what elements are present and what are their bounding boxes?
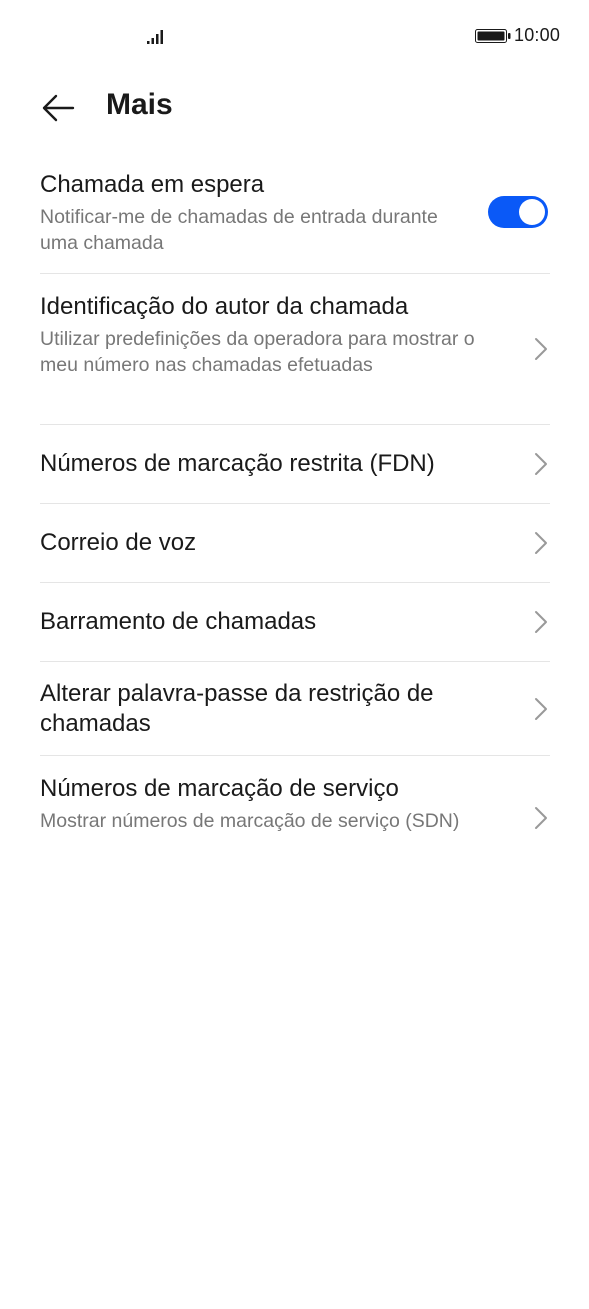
barring-password-item[interactable]: Alterar palavra-passe da restrição de ch…	[40, 662, 550, 756]
call-waiting-text: Chamada em espera Notificar-me de chamad…	[40, 150, 550, 256]
chevron-right-icon	[535, 611, 547, 633]
status-bar: 10:00	[0, 0, 589, 72]
clock: 10:00	[514, 25, 561, 45]
arrow-left-icon	[42, 94, 75, 122]
call-waiting-item[interactable]: Chamada em espera Notificar-me de chamad…	[40, 150, 550, 274]
toggle-knob	[519, 199, 545, 225]
voicemail-title: Correio de voz	[40, 529, 197, 556]
caller-id-title: Identificação do autor da chamada	[40, 293, 409, 320]
fdn-item[interactable]: Números de marcação restrita (FDN)	[40, 425, 550, 504]
call-barring-text: Barramento de chamadas	[40, 607, 550, 637]
caller-id-item[interactable]: Identificação do autor da chamada Utiliz…	[40, 274, 550, 425]
chevron-right-icon	[535, 338, 547, 360]
call-waiting-toggle[interactable]	[488, 196, 548, 228]
fdn-text: Números de marcação restrita (FDN)	[40, 449, 550, 479]
sdn-subtitle: Mostrar números de marcação de serviço (…	[40, 810, 460, 832]
voicemail-text: Correio de voz	[40, 528, 550, 558]
app-header: Mais	[0, 80, 589, 136]
call-waiting-subtitle: Notificar-me de chamadas de entrada dura…	[40, 206, 438, 254]
chevron-right-icon	[535, 532, 547, 554]
settings-list: Chamada em espera Notificar-me de chamad…	[40, 150, 550, 876]
fdn-title: Números de marcação restrita (FDN)	[40, 450, 435, 477]
chevron-right-icon	[535, 807, 547, 829]
voicemail-item[interactable]: Correio de voz	[40, 504, 550, 583]
caller-id-subtitle: Utilizar predefinições da operadora para…	[40, 328, 475, 376]
sdn-item[interactable]: Números de marcação de serviço Mostrar n…	[40, 756, 550, 876]
call-barring-title: Barramento de chamadas	[40, 608, 317, 635]
call-barring-item[interactable]: Barramento de chamadas	[40, 583, 550, 662]
chevron-right-icon	[535, 453, 547, 475]
barring-password-title: Alterar palavra-passe da restrição de ch…	[40, 679, 434, 737]
back-button[interactable]	[36, 88, 80, 128]
chevron-right-icon	[535, 697, 547, 720]
call-waiting-title: Chamada em espera	[40, 171, 265, 198]
caller-id-text: Identificação do autor da chamada Utiliz…	[40, 274, 550, 378]
sdn-text: Números de marcação de serviço Mostrar n…	[40, 756, 550, 834]
page-title: Mais	[106, 88, 173, 121]
barring-password-text: Alterar palavra-passe da restrição de ch…	[40, 679, 550, 739]
battery-icon	[475, 29, 511, 43]
signal-bars-icon	[147, 30, 163, 44]
sdn-title: Números de marcação de serviço	[40, 775, 399, 802]
